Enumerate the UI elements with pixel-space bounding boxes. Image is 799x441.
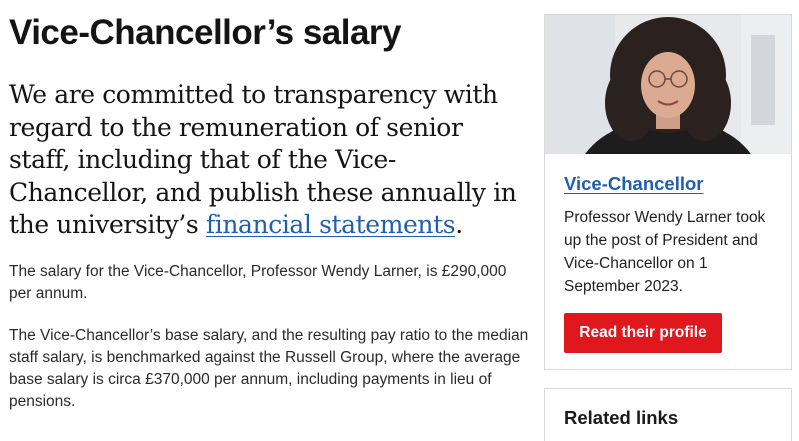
benchmark-paragraph: The Vice-Chancellor’s base salary, and t… [9, 327, 529, 410]
salary-paragraph: The salary for the Vice-Chancellor, Prof… [9, 263, 507, 302]
financial-statements-link[interactable]: financial statements [206, 210, 456, 239]
page: Vice-Chancellor’s salary We are committe… [0, 0, 799, 441]
lede-paragraph: We are committed to transparency with re… [9, 79, 529, 242]
related-links-card: Related links [544, 388, 792, 441]
portrait-image [545, 15, 791, 154]
page-title: Vice-Chancellor’s salary [9, 13, 402, 52]
vice-chancellor-link[interactable]: Vice-Chancellor [564, 173, 704, 195]
profile-card: Vice-Chancellor Professor Wendy Larner t… [544, 14, 792, 370]
read-profile-button[interactable]: Read their profile [564, 313, 722, 353]
vice-chancellor-photo [545, 15, 791, 154]
related-links-heading: Related links [564, 407, 679, 428]
lede-end: . [455, 210, 463, 240]
profile-summary: Professor Wendy Larner took up the post … [564, 209, 766, 295]
